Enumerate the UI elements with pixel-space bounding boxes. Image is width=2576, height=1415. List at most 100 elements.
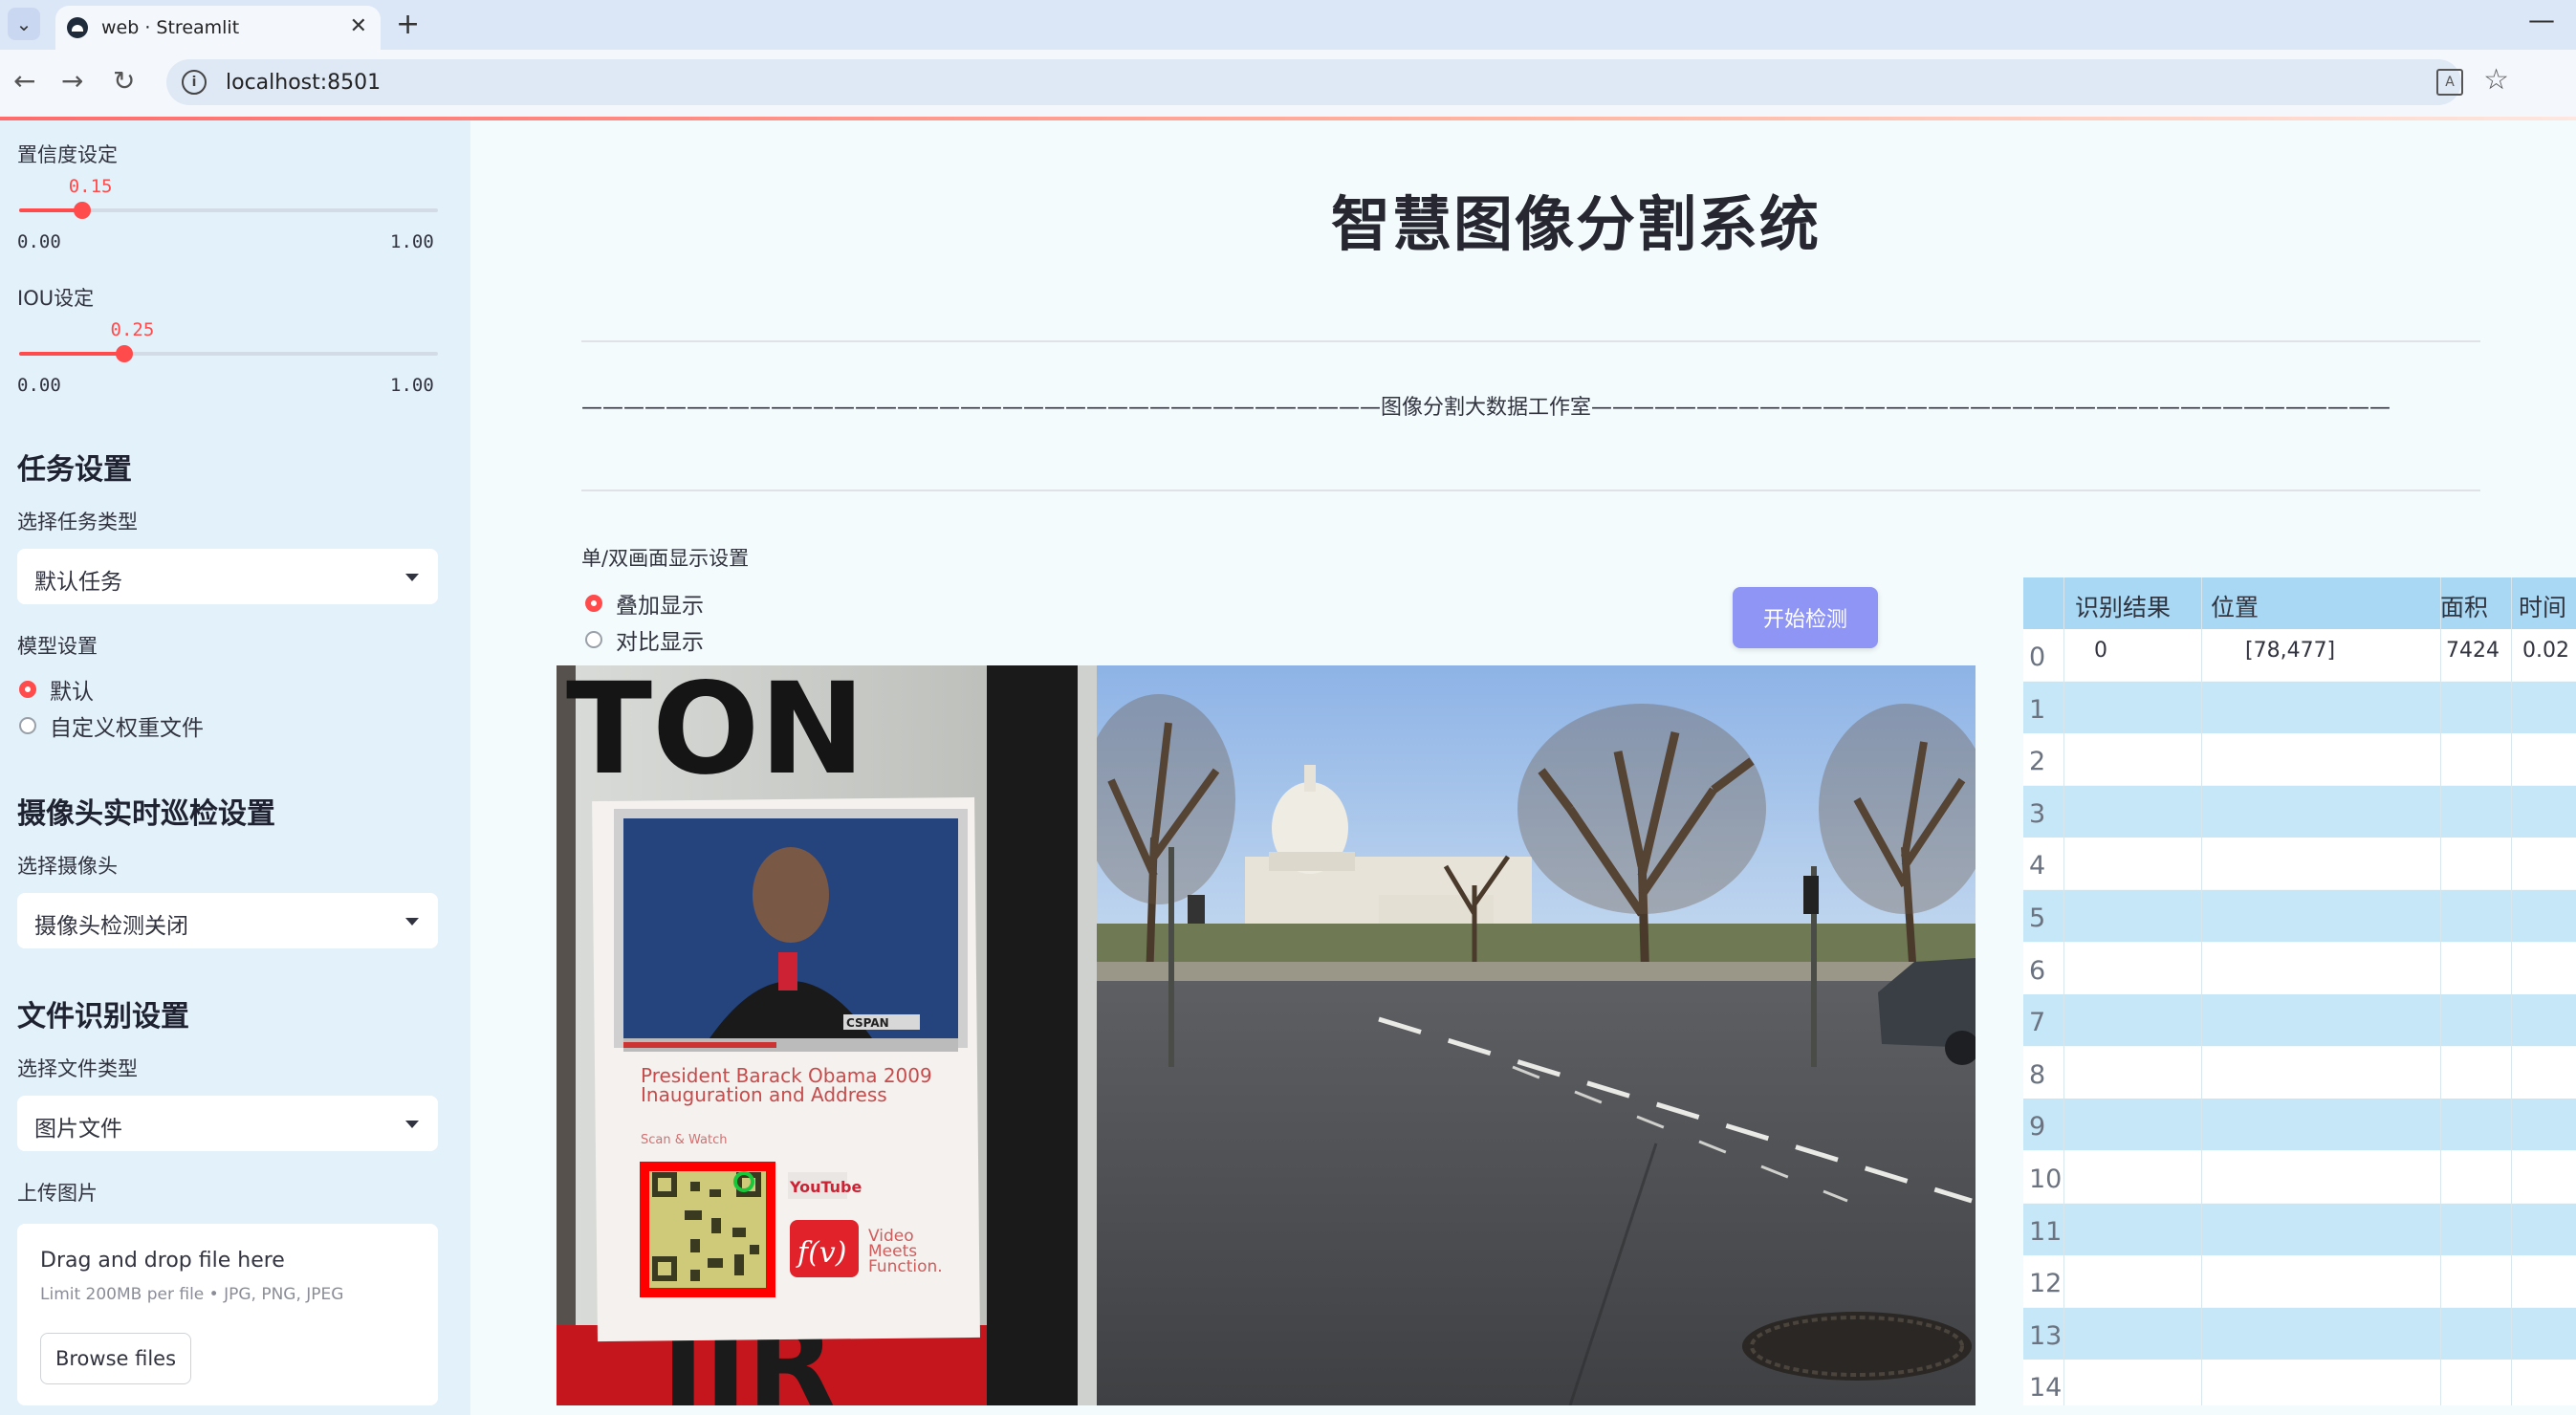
divider [581, 340, 2480, 342]
studio-banner: ——————————————————————————————————————图像… [581, 396, 2391, 420]
column-divider [2511, 577, 2512, 1405]
divider [581, 490, 2480, 491]
minimize-window-icon[interactable]: — [2528, 4, 2555, 35]
street-scene-illustration: IIR TON CSPAN President Barack Obama 200… [557, 665, 1976, 1405]
table-row[interactable]: 13 [2023, 1307, 2576, 1360]
table-row[interactable]: 10 [2023, 1151, 2576, 1203]
confidence-slider[interactable] [19, 202, 438, 219]
radio-selected-icon[interactable] [19, 681, 36, 698]
row-index: 11 [2029, 1216, 2063, 1247]
table-row[interactable]: 8 [2023, 1046, 2576, 1099]
browse-files-button[interactable]: Browse files [40, 1333, 191, 1384]
iou-label: IOU设定 [17, 287, 95, 310]
back-arrow-icon[interactable]: ← [13, 65, 35, 97]
table-row[interactable]: 6 [2023, 942, 2576, 994]
dropzone-limit-text: Limit 200MB per file • JPG, PNG, JPEG [40, 1285, 344, 1304]
confidence-label: 置信度设定 [17, 143, 118, 166]
fv-text-3: Function. [868, 1257, 943, 1276]
new-tab-icon[interactable]: + [396, 8, 420, 41]
model-option-default[interactable]: 默认 [19, 673, 94, 706]
row-index: 3 [2029, 798, 2046, 829]
radio-unselected-icon[interactable] [585, 631, 602, 648]
row-index: 4 [2029, 851, 2046, 882]
table-row[interactable]: 5 [2023, 890, 2576, 942]
iou-slider-fill [19, 352, 124, 356]
close-tab-icon[interactable]: ✕ [350, 14, 367, 38]
model-option-custom[interactable]: 自定义权重文件 [19, 709, 204, 742]
confidence-slider-fill [19, 208, 82, 212]
display-mode-label: 单/双画面显示设置 [581, 547, 750, 570]
table-row[interactable]: 9 [2023, 1099, 2576, 1151]
confidence-slider-thumb[interactable] [73, 202, 91, 219]
file-type-select[interactable]: 图片文件 [17, 1096, 438, 1151]
cell-result: 0 [2094, 639, 2107, 663]
row-index: 5 [2029, 903, 2046, 933]
chevron-down-icon [405, 918, 419, 925]
row-index: 9 [2029, 1112, 2046, 1143]
detection-result-image: IIR TON CSPAN President Barack Obama 200… [557, 665, 1976, 1405]
streamlit-favicon-icon [67, 17, 88, 38]
column-header-result[interactable]: 识别结果 [2075, 589, 2171, 623]
iou-min: 0.00 [17, 375, 61, 396]
table-row[interactable]: 14 [2023, 1360, 2576, 1405]
display-mode-compare[interactable]: 对比显示 [585, 623, 704, 656]
column-divider [2201, 577, 2202, 1405]
youtube-logo-text: YouTube [789, 1178, 862, 1196]
task-type-label: 选择任务类型 [17, 511, 138, 533]
row-index: 6 [2029, 955, 2046, 986]
model-option-custom-label: 自定义权重文件 [50, 716, 204, 741]
table-row[interactable]: 4 [2023, 838, 2576, 890]
column-header-area[interactable]: 面积 [2440, 589, 2488, 623]
column-divider [2063, 577, 2064, 1405]
confidence-max: 1.00 [390, 231, 434, 252]
table-row[interactable]: 2 [2023, 733, 2576, 786]
table-row[interactable]: 3 [2023, 785, 2576, 838]
display-mode-overlay[interactable]: 叠加显示 [585, 587, 704, 620]
row-index: 0 [2029, 642, 2046, 672]
table-row[interactable]: 7 [2023, 994, 2576, 1047]
camera-select[interactable]: 摄像头检测关闭 [17, 893, 438, 948]
row-index: 13 [2029, 1320, 2063, 1351]
reload-icon[interactable]: ↻ [113, 65, 135, 97]
iou-slider-thumb[interactable] [115, 345, 133, 362]
camera-select-label: 选择摄像头 [17, 855, 118, 878]
task-type-select[interactable]: 默认任务 [17, 549, 438, 604]
row-index: 10 [2029, 1165, 2063, 1194]
address-bar: ← → ↻ i localhost:8501 A ☆ [0, 50, 2576, 117]
browser-tab[interactable]: web · Streamlit ✕ [55, 6, 381, 50]
bookmark-star-icon[interactable]: ☆ [2483, 63, 2509, 97]
site-info-icon[interactable]: i [182, 70, 207, 95]
column-header-time[interactable]: 时间 [2519, 589, 2566, 623]
row-index: 7 [2029, 1008, 2046, 1038]
file-uploader-dropzone[interactable]: Drag and drop file here Limit 200MB per … [17, 1224, 438, 1405]
table-row[interactable]: 1 [2023, 681, 2576, 733]
file-type-label: 选择文件类型 [17, 1057, 138, 1080]
browser-tab-bar: ⌄ web · Streamlit ✕ + — [0, 0, 2576, 50]
table-row[interactable]: 12 [2023, 1255, 2576, 1308]
radio-unselected-icon[interactable] [19, 717, 36, 734]
display-mode-compare-label: 对比显示 [616, 630, 704, 655]
task-settings-heading: 任务设置 [17, 453, 132, 487]
column-divider [2440, 577, 2441, 1405]
forward-arrow-icon[interactable]: → [61, 65, 83, 97]
file-settings-heading: 文件识别设置 [17, 1000, 189, 1034]
chevron-down-icon [405, 574, 419, 581]
table-row[interactable]: 0 0 [78,477] 7424 0.02 [2023, 629, 2576, 681]
task-type-selected: 默认任务 [34, 570, 122, 595]
results-table[interactable]: 0 0 [78,477] 7424 0.02 1 2 3 4 5 6 7 8 9 10 11 12 13 14 识别… [2023, 577, 2576, 1405]
table-row[interactable]: 11 [2023, 1203, 2576, 1255]
dropzone-title: Drag and drop file here [40, 1249, 285, 1273]
iou-slider[interactable] [19, 345, 438, 362]
page-title: 智慧图像分割系统 [1331, 189, 1822, 259]
translate-icon[interactable]: A [2436, 69, 2463, 96]
iou-value: 0.25 [110, 319, 155, 340]
column-header-position[interactable]: 位置 [2211, 589, 2259, 623]
tab-list-chevron-icon[interactable]: ⌄ [8, 8, 40, 40]
url-field[interactable]: i localhost:8501 [166, 59, 2461, 105]
start-detection-button[interactable]: 开始检测 [1733, 587, 1878, 648]
row-index: 8 [2029, 1059, 2046, 1090]
radio-selected-icon[interactable] [585, 595, 602, 612]
video-badge: CSPAN [846, 1016, 889, 1030]
row-index: 14 [2029, 1373, 2063, 1404]
fv-logo-text: f(v) [796, 1236, 846, 1270]
